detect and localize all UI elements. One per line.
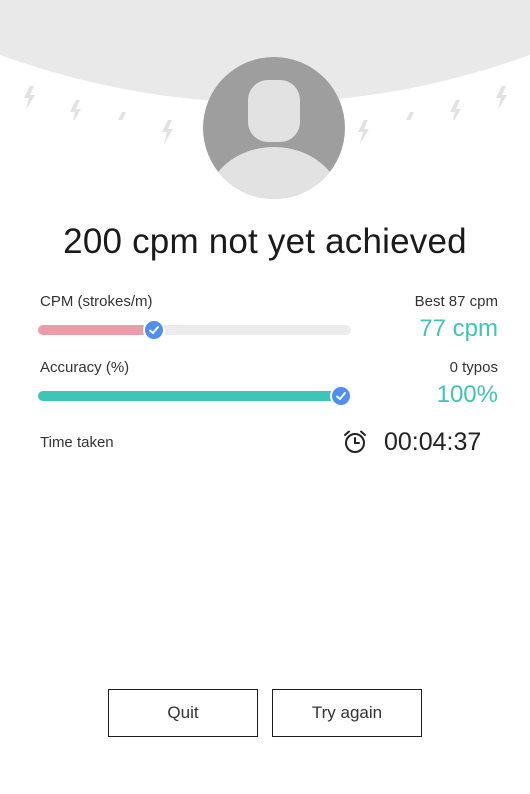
- quit-button[interactable]: Quit: [108, 689, 258, 737]
- cpm-label: CPM (strokes/m): [40, 293, 153, 310]
- cpm-progress-bar: [38, 319, 351, 341]
- time-taken-label: Time taken: [40, 434, 114, 451]
- typos-count: 0 typos: [449, 359, 498, 376]
- result-title: 200 cpm not yet achieved: [63, 222, 467, 261]
- time-value: 00:04:37: [384, 428, 482, 456]
- accuracy-label: Accuracy (%): [40, 359, 130, 376]
- cpm-progress-fill: [38, 325, 154, 335]
- avatar: [203, 57, 345, 199]
- alarm-clock-icon: [344, 430, 366, 453]
- accuracy-progress-bar: [38, 385, 352, 407]
- accuracy-value: 100%: [436, 381, 498, 408]
- accuracy-progress-fill: [38, 391, 341, 401]
- cpm-value: 77 cpm: [419, 315, 498, 342]
- accuracy-check-icon: [330, 385, 352, 407]
- try-again-button[interactable]: Try again: [272, 689, 422, 737]
- cpm-check-icon: [142, 319, 165, 341]
- best-cpm-text: Best 87 cpm: [414, 293, 498, 310]
